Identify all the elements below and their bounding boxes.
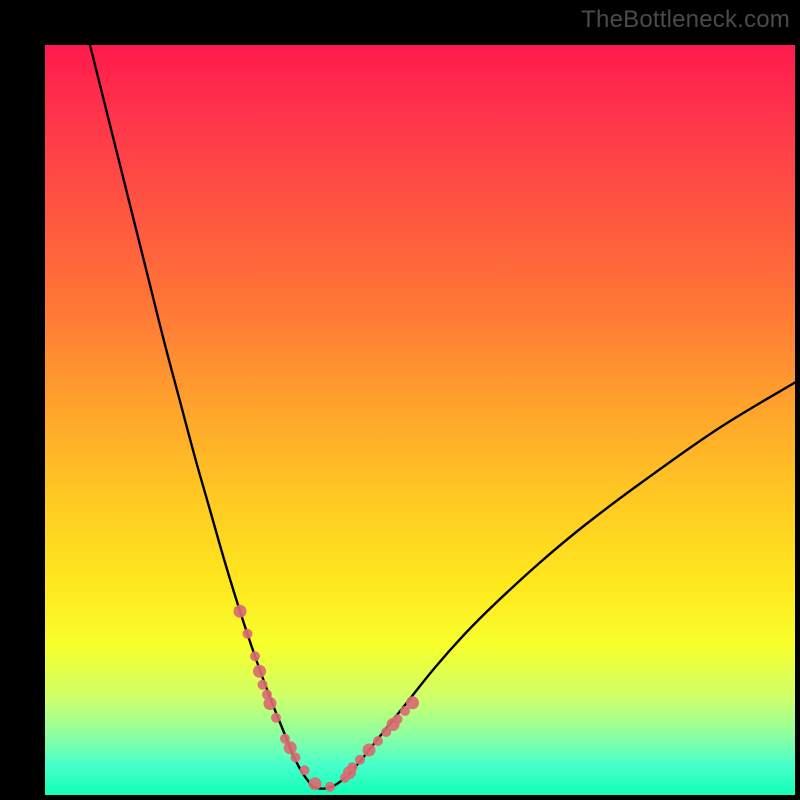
marker-dot bbox=[250, 651, 260, 661]
marker-dot bbox=[393, 714, 403, 724]
marker-dot bbox=[234, 605, 247, 618]
marker-dot bbox=[253, 665, 266, 678]
bottleneck-curve bbox=[90, 45, 795, 789]
marker-dot bbox=[348, 762, 358, 772]
chart-svg bbox=[45, 45, 795, 795]
marker-dot bbox=[271, 713, 281, 723]
marker-dot bbox=[258, 680, 268, 690]
marker-dot bbox=[300, 765, 310, 775]
marker-dot bbox=[291, 753, 301, 763]
plot-area bbox=[45, 45, 795, 795]
marker-dot bbox=[406, 696, 419, 709]
marker-dot bbox=[284, 741, 297, 754]
marker-dot bbox=[309, 777, 322, 790]
outer-frame: TheBottleneck.com bbox=[0, 0, 800, 800]
watermark-text: TheBottleneck.com bbox=[581, 6, 790, 34]
marker-dot bbox=[363, 744, 376, 757]
highlight-markers bbox=[234, 605, 420, 792]
marker-dot bbox=[373, 736, 383, 746]
marker-dot bbox=[243, 629, 253, 639]
marker-dot bbox=[264, 697, 277, 710]
marker-dot bbox=[325, 782, 335, 792]
marker-dot bbox=[355, 755, 365, 765]
